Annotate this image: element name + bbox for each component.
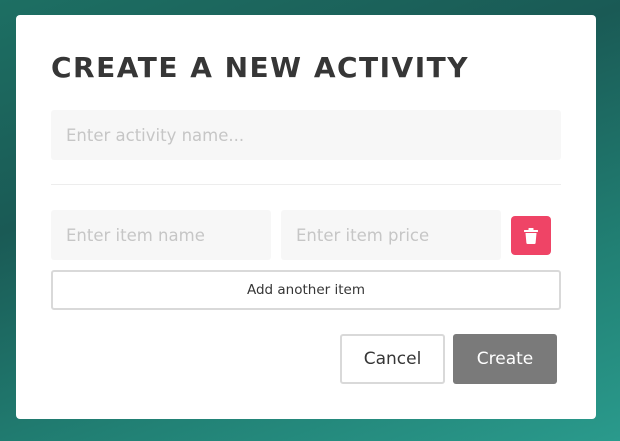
item-name-input[interactable]	[51, 210, 271, 260]
trash-icon	[524, 227, 538, 244]
add-another-item-button[interactable]: Add another item	[51, 270, 561, 310]
delete-item-button[interactable]	[511, 216, 551, 255]
create-activity-modal: CREATE A NEW ACTIVITY Add another item C…	[16, 15, 596, 419]
modal-title: CREATE A NEW ACTIVITY	[51, 51, 470, 84]
activity-name-input[interactable]	[51, 110, 561, 160]
item-price-input[interactable]	[281, 210, 501, 260]
cancel-button[interactable]: Cancel	[340, 334, 445, 384]
create-button[interactable]: Create	[453, 334, 557, 384]
divider	[51, 184, 561, 185]
